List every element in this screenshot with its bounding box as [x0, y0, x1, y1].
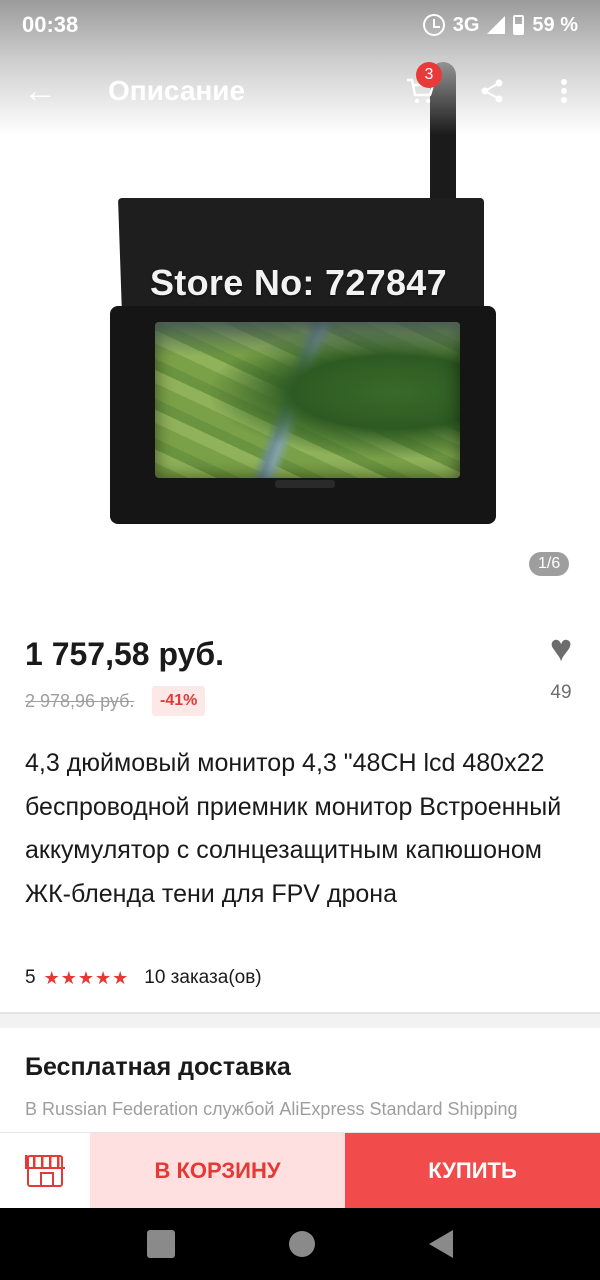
current-price: 1 757,58 руб. — [25, 636, 225, 672]
shipping-subtitle: В Russian Federation службой AliExpress … — [25, 1099, 518, 1119]
battery-level: 59 % — [532, 13, 578, 36]
battery-icon — [513, 15, 525, 35]
more-vert-icon — [561, 79, 567, 103]
store-number-watermark: Store No: 727847 — [150, 262, 447, 303]
wishlist-button[interactable]: ♥ 49 — [535, 630, 587, 704]
rating-value: 5 — [25, 967, 36, 988]
alarm-icon — [422, 14, 445, 36]
star-rating-icon: ★★★★★ — [43, 967, 130, 988]
cart-button[interactable]: 3 — [384, 55, 456, 127]
product-title: 4,3 дюймовый монитор 4,3 "48CH lcd 480x2… — [25, 749, 562, 908]
monitor-screen-sky — [155, 322, 460, 356]
monitor-notch — [275, 480, 335, 488]
heart-icon: ♥ — [549, 628, 573, 670]
arrow-left-icon: ← — [23, 71, 57, 110]
network-type: 3G — [452, 13, 480, 36]
page-title: Описание — [108, 75, 246, 106]
store-icon — [25, 1155, 65, 1187]
store-button[interactable] — [0, 1133, 90, 1209]
system-nav-bar — [0, 1208, 600, 1280]
toolbar-actions: 3 — [384, 55, 600, 127]
status-time: 00:38 — [22, 12, 79, 37]
signal-icon — [487, 16, 506, 34]
status-bar: 00:38 3G 59 % — [0, 0, 600, 50]
discount-badge: -41% — [152, 686, 206, 716]
toolbar: ← Описание 3 — [0, 55, 600, 127]
home-icon[interactable] — [289, 1231, 315, 1257]
back-button[interactable]: ← — [0, 55, 80, 127]
status-icons: 3G 59 % — [422, 13, 578, 37]
orders-count: 10 заказа(ов) — [144, 967, 262, 988]
buy-now-button[interactable]: КУПИТЬ — [345, 1133, 600, 1209]
more-options-button[interactable] — [528, 55, 600, 127]
rating-row[interactable]: 5 ★★★★★ 10 заказа(ов) — [25, 967, 262, 989]
share-icon — [481, 79, 503, 103]
original-price: 2 978,96 руб. — [25, 691, 135, 711]
share-button[interactable] — [456, 55, 528, 127]
wishlist-count: 49 — [550, 682, 572, 703]
shipping-title[interactable]: Бесплатная доставка — [25, 1053, 291, 1082]
add-to-cart-button[interactable]: В КОРЗИНУ — [90, 1133, 345, 1209]
recents-icon[interactable] — [147, 1230, 175, 1258]
section-divider — [0, 1012, 600, 1028]
cart-count-badge: 3 — [416, 62, 442, 88]
bottom-action-bar: В КОРЗИНУ КУПИТЬ — [0, 1132, 600, 1209]
image-page-counter: 1/6 — [529, 552, 570, 576]
back-triangle-icon[interactable] — [429, 1230, 453, 1258]
